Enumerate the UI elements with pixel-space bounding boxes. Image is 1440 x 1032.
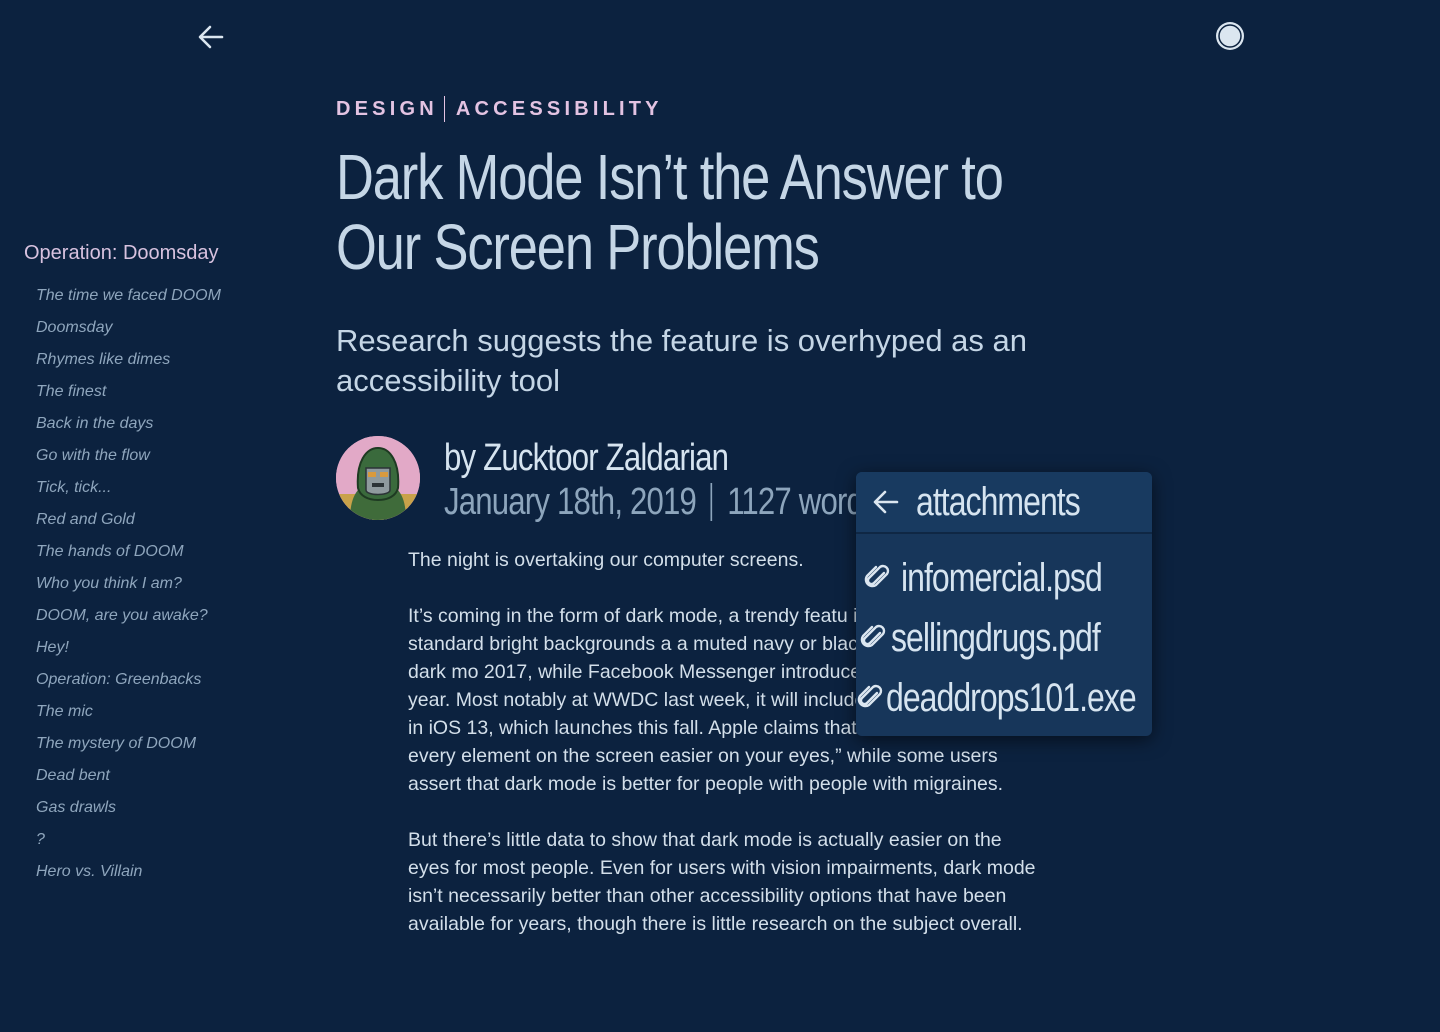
toc-title[interactable]: Operation: Doomsday [24,240,304,266]
toc-item[interactable]: Doomsday [36,312,304,344]
article-title: Dark Mode Isn’t the Answer to Our Screen… [336,142,1004,283]
toc-list: The time we faced DOOM Doomsday Rhymes l… [24,280,304,888]
meta-divider [710,483,713,521]
paragraph: But there’s little data to show that dar… [408,829,1036,935]
author-name[interactable]: by Zucktoor Zaldarian [444,436,729,480]
attachment-filename: infomercial.psd [900,555,1103,600]
attachment-filename: deaddrops101.exe [886,675,1137,720]
article-title-line-2: Our Screen Problems [336,211,820,283]
paperclip-icon [856,563,901,593]
arrow-left-icon [198,25,224,49]
toc-item[interactable]: Who you think I am? [36,568,304,600]
toc-item[interactable]: Gas drawls [36,792,304,824]
article-meta: January 18th, 2019 1127 words [444,480,909,524]
tag-divider [443,96,445,122]
toc-item[interactable]: The finest [36,376,304,408]
avatar[interactable] [336,436,420,520]
attachment-item[interactable]: deaddrops101.exe [856,668,1152,728]
author-avatar-image [336,436,420,520]
article-page: Operation: Doomsday The time we faced DO… [0,0,1440,1032]
toc-item[interactable]: Go with the flow [36,440,304,472]
toc-item[interactable]: Hey! [36,632,304,664]
toc-item[interactable]: Rhymes like dimes [36,344,304,376]
article-title-line-1: Dark Mode Isn’t the Answer to [336,141,1004,213]
article-tags: DESIGN ACCESSIBILITY [336,96,663,122]
attachment-item[interactable]: sellingdrugs.pdf [856,608,1152,668]
toc-item[interactable]: Back in the days [36,408,304,440]
half-moon-contrast-icon [1216,22,1244,50]
toc-item[interactable]: Dead bent [36,760,304,792]
toc-item[interactable]: Tick, tick... [36,472,304,504]
tag-accessibility[interactable]: ACCESSIBILITY [456,98,663,121]
tag-design[interactable]: DESIGN [336,98,438,121]
toc-item[interactable]: Hero vs. Villain [36,856,304,888]
publish-date: January 18th, 2019 [444,481,697,523]
toc-item[interactable]: DOOM, are you awake? [36,600,304,632]
toc-item[interactable]: ? [36,824,304,856]
toc-item[interactable]: The mic [36,696,304,728]
paperclip-icon [856,623,891,653]
toc-item[interactable]: The time we faced DOOM [36,280,304,312]
attachment-item[interactable]: infomercial.psd [856,548,1152,608]
toc-item[interactable]: The mystery of DOOM [36,728,304,760]
toc-item[interactable]: Red and Gold [36,504,304,536]
paperclip-icon [856,683,886,713]
theme-toggle-button[interactable] [1214,20,1246,52]
attachments-list: infomercial.psd sellingdrugs.pdf deaddro… [856,534,1152,728]
arrow-left-icon [856,488,916,516]
back-button[interactable] [196,22,226,52]
toc-item[interactable]: The hands of DOOM [36,536,304,568]
attachments-back-button[interactable]: attachments [856,472,1152,534]
toc-item[interactable]: Operation: Greenbacks [36,664,304,696]
attachments-popup: attachments infomercial.psd sellingdrugs… [856,472,1152,736]
table-of-contents: Operation: Doomsday The time we faced DO… [24,240,304,888]
attachments-header: attachments [916,479,1081,524]
attachment-filename: sellingdrugs.pdf [891,615,1101,660]
article-subtitle: Research suggests the feature is overhyp… [336,323,1028,398]
